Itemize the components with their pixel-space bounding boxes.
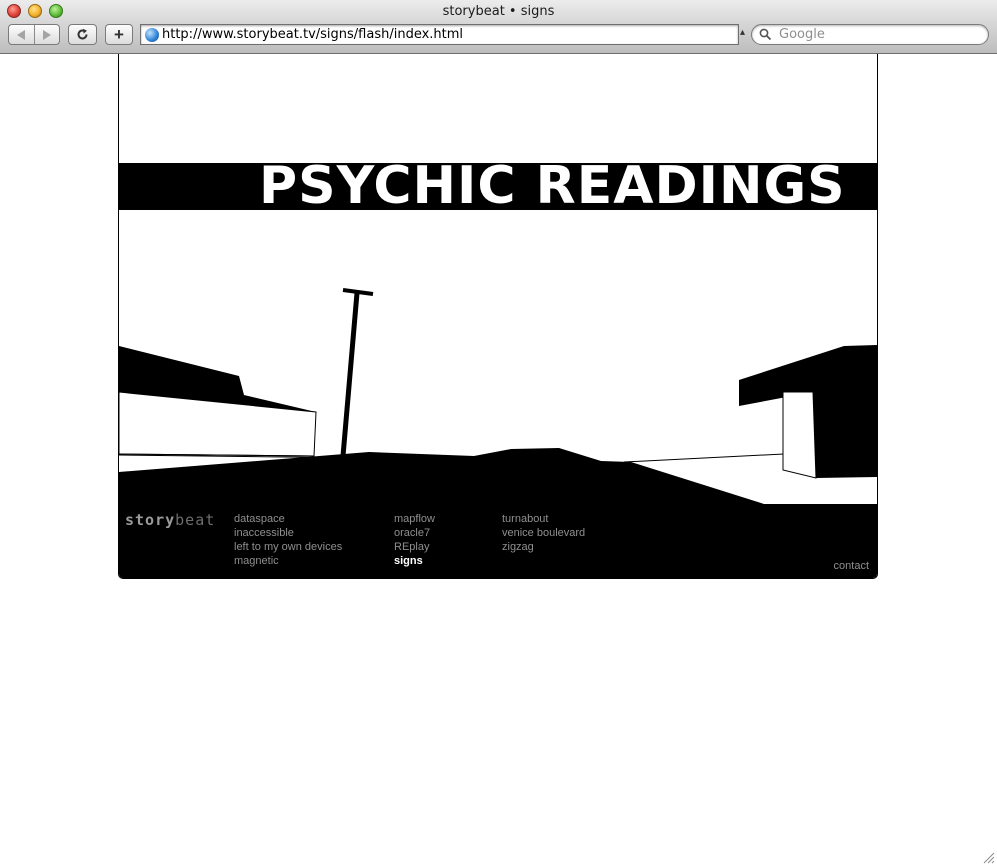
search-icon[interactable] xyxy=(759,28,772,41)
nav-link-turnabout[interactable]: turnabout xyxy=(502,512,585,526)
address-bar[interactable]: http://www.storybeat.tv/signs/flash/inde… xyxy=(140,24,739,45)
search-box[interactable] xyxy=(751,24,989,45)
reload-icon xyxy=(77,28,88,40)
history-dropdown-icon[interactable]: ▴ xyxy=(740,27,745,38)
flash-stage: PSYCHIC READINGS storybeat dataspace ina… xyxy=(118,54,878,579)
back-arrow-icon xyxy=(17,29,26,40)
nav-link-venice-boulevard[interactable]: venice boulevard xyxy=(502,526,585,540)
nav-link-left-to-my-own-devices[interactable]: left to my own devices xyxy=(234,540,342,554)
nav-link-magnetic[interactable]: magnetic xyxy=(234,554,342,568)
url-text[interactable]: http://www.storybeat.tv/signs/flash/inde… xyxy=(162,27,463,42)
back-forward-control xyxy=(8,24,60,45)
search-input[interactable] xyxy=(779,26,979,43)
sign-headline: PSYCHIC READINGS xyxy=(259,156,846,216)
new-tab-button[interactable]: + xyxy=(105,24,133,45)
window-title: storybeat • signs xyxy=(442,4,555,19)
nav-link-zigzag[interactable]: zigzag xyxy=(502,540,585,554)
logo-beat: beat xyxy=(175,511,216,529)
storybeat-logo[interactable]: storybeat xyxy=(125,511,215,529)
back-button[interactable] xyxy=(9,29,34,40)
reload-button[interactable] xyxy=(68,24,97,45)
close-window-button[interactable] xyxy=(7,4,21,18)
zoom-window-button[interactable] xyxy=(49,4,63,18)
forward-button[interactable] xyxy=(35,29,60,40)
nav-link-replay[interactable]: REplay xyxy=(394,540,435,554)
psychic-readings-sign: PSYCHIC READINGS xyxy=(119,156,877,216)
globe-icon xyxy=(145,28,159,42)
nav-column-3: turnabout venice boulevard zigzag xyxy=(502,512,585,554)
street-scene-illustration xyxy=(119,288,877,578)
nav-link-mapflow[interactable]: mapflow xyxy=(394,512,435,526)
contact-link[interactable]: contact xyxy=(834,560,869,572)
nav-link-signs[interactable]: signs xyxy=(394,554,435,568)
nav-link-oracle7[interactable]: oracle7 xyxy=(394,526,435,540)
nav-link-dataspace[interactable]: dataspace xyxy=(234,512,342,526)
forward-arrow-icon xyxy=(42,29,51,40)
resize-grip-icon[interactable] xyxy=(983,852,995,864)
minimize-window-button[interactable] xyxy=(28,4,42,18)
site-navigation: storybeat dataspace inaccessible left to… xyxy=(119,504,877,578)
nav-column-2: mapflow oracle7 REplay signs xyxy=(394,512,435,568)
browser-toolbar: storybeat • signs + http://www.storybeat… xyxy=(0,0,997,54)
nav-link-inaccessible[interactable]: inaccessible xyxy=(234,526,342,540)
logo-story: story xyxy=(125,511,176,529)
nav-column-1: dataspace inaccessible left to my own de… xyxy=(234,512,342,568)
